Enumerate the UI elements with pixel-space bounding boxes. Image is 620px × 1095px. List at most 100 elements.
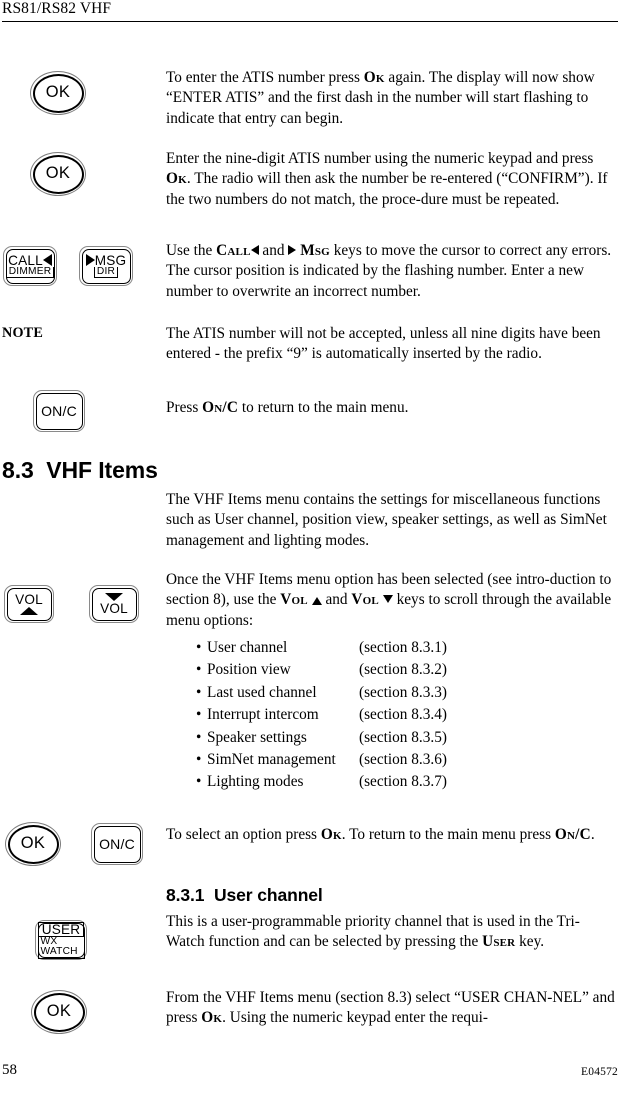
paragraph-text-part: and [258, 242, 289, 259]
call-key-face: CALL DIMMER [5, 249, 55, 284]
user-key-label: USER [41, 921, 81, 937]
call-key-label: CALL [8, 252, 43, 268]
arrow-down-icon [105, 592, 123, 601]
msg-key-bottom-row: DIR [93, 266, 119, 279]
menu-options-list: • User channel (section 8.3.1) • Positio… [196, 637, 447, 794]
paragraph-select-option: To select an option press Ok. To return … [166, 825, 618, 845]
paragraph-nine-digit-atis: Enter the nine-digit ATIS number using t… [166, 149, 618, 210]
user-key-top-row: USER [37, 921, 85, 937]
arrow-down-inline-icon [382, 595, 393, 604]
msg-key-label: MSG [94, 252, 127, 268]
paragraph-text-part: Use the [166, 242, 217, 259]
arrow-up-inline-icon [311, 597, 322, 606]
paragraph-text-part: . [590, 826, 595, 843]
msg-key-top-row: MSG [85, 252, 127, 268]
bullet-icon: • [196, 728, 202, 746]
list-item-section-ref: (section 8.3.6) [359, 751, 447, 769]
bullet-icon: • [196, 661, 202, 679]
list-item: • Position view (section 8.3.2) [196, 659, 447, 681]
footer-document-code: E04572 [581, 1066, 618, 1078]
section-heading-8-3-1: 8.3.1 User channel [166, 885, 323, 906]
paragraph-text-part: To select an option press [166, 826, 321, 843]
list-item: • Interrupt intercom (section 8.3.4) [196, 704, 447, 726]
on-c-key-face: ON/C [94, 826, 141, 863]
list-item: • Last used channel (section 8.3.3) [196, 682, 447, 704]
section-title: User channel [213, 885, 323, 905]
paragraph-press-onc: Press On/C to return to the main menu. [166, 398, 618, 418]
paragraph-text-part: . The radio will then ask the number be … [166, 170, 608, 208]
list-item-label: Position view [207, 661, 291, 679]
list-item-label: Interrupt intercom [207, 706, 319, 724]
vol-down-key-face: VOL [92, 588, 137, 621]
list-item-label: SimNet management [207, 751, 336, 769]
wx-watch-key-label: WX WATCH [40, 936, 78, 958]
section-title: VHF Items [46, 457, 158, 483]
dir-key-label: DIR [96, 266, 116, 278]
list-item: • Speaker settings (section 8.3.5) [196, 727, 447, 749]
list-item: • User channel (section 8.3.1) [196, 637, 447, 659]
paragraph-text-part: and [321, 591, 352, 609]
list-item: • SimNet management (section 8.3.6) [196, 749, 447, 771]
ok-key-icon-4: OK [31, 990, 87, 1034]
list-item-label: Speaker settings [207, 728, 307, 746]
ok-key-label: OK [46, 1002, 72, 1020]
on-c-key-face: ON/C [36, 393, 83, 430]
call-key-top-row: CALL [8, 252, 52, 268]
paragraph-note-atis: The ATIS number will not be accepted, un… [166, 325, 601, 363]
user-key-bottom-row: WX WATCH [37, 936, 85, 959]
user-wx-watch-key-icon: USER WX WATCH [35, 920, 87, 960]
vol-up-key-label: VOL [15, 591, 43, 607]
paragraph-text-part: Press [166, 399, 203, 416]
paragraph-enter-atis: To enter the ATIS number press Ok again.… [166, 68, 618, 129]
page-content: OK To enter the ATIS number press Ok aga… [0, 0, 620, 1095]
key-name-user: User [482, 933, 516, 951]
list-item-section-ref: (section 8.3.4) [359, 706, 447, 724]
on-c-key-icon-2: ON/C [91, 823, 143, 865]
paragraph-text-part: . Using the numeric keypad enter the req… [222, 1009, 489, 1027]
key-name-ok: Ok [363, 69, 385, 86]
arrow-right-inline-icon [288, 245, 297, 255]
paragraph-cursor-keys: Use the Call and Msg keys to move the cu… [166, 241, 618, 302]
key-name-ok: Ok [201, 1009, 223, 1027]
section-number: 8.3 [2, 457, 34, 483]
arrow-up-icon [20, 607, 38, 616]
ok-key-icon-2: OK [30, 152, 86, 196]
call-dimmer-key-icon: CALL DIMMER [3, 246, 57, 286]
ok-key-icon: OK [30, 71, 86, 115]
list-item-section-ref: (section 8.3.3) [359, 683, 447, 701]
arrow-left-icon [42, 254, 52, 267]
ok-key-label: OK [20, 834, 46, 852]
ok-key-label: OK [45, 164, 71, 182]
key-name-call: Call [216, 242, 251, 259]
user-key-face: USER WX WATCH [37, 921, 85, 959]
key-name-ok: Ok [320, 826, 342, 843]
vol-down-key-label: VOL [100, 600, 128, 616]
paragraph-text-part: Enter the nine-digit ATIS number using t… [166, 150, 594, 167]
paragraph-text-part: To enter the ATIS number press [166, 69, 364, 86]
key-name-ok: Ok [166, 170, 187, 188]
list-item-label: User channel [207, 639, 288, 656]
list-item-label: Lighting modes [207, 773, 304, 791]
bullet-icon: • [196, 683, 202, 701]
paragraph-text-part: to return to the main menu. [238, 399, 409, 416]
bullet-icon: • [196, 751, 202, 769]
paragraph-user-channel: This is a user-programmable priority cha… [166, 912, 618, 953]
list-item-section-ref: (section 8.3.5) [359, 728, 447, 746]
paragraph-text-part: key. [515, 933, 545, 951]
on-c-key-icon: ON/C [33, 390, 85, 432]
ok-key-label: OK [45, 83, 71, 101]
dimmer-key-label: DIMMER [8, 266, 52, 278]
arrow-right-icon [85, 254, 95, 267]
paragraph-scroll-menu: Once the VHF Items menu option has been … [166, 570, 618, 631]
on-c-key-label: ON/C [41, 403, 77, 419]
arrow-left-inline-icon [250, 245, 259, 255]
key-name-onc: On/C [202, 399, 239, 416]
section-number: 8.3.1 [166, 885, 205, 905]
paragraph-vhf-items-intro: The VHF Items menu contains the settings… [166, 491, 607, 549]
msg-key-face: MSG DIR [82, 249, 131, 284]
footer-page-number: 58 [2, 1062, 17, 1078]
on-c-key-label: ON/C [99, 836, 135, 852]
list-item: • Lighting modes (section 8.3.7) [196, 771, 447, 793]
call-key-bottom-row: DIMMER [5, 266, 55, 279]
list-item-section-ref: (section 8.3.7) [359, 773, 447, 791]
